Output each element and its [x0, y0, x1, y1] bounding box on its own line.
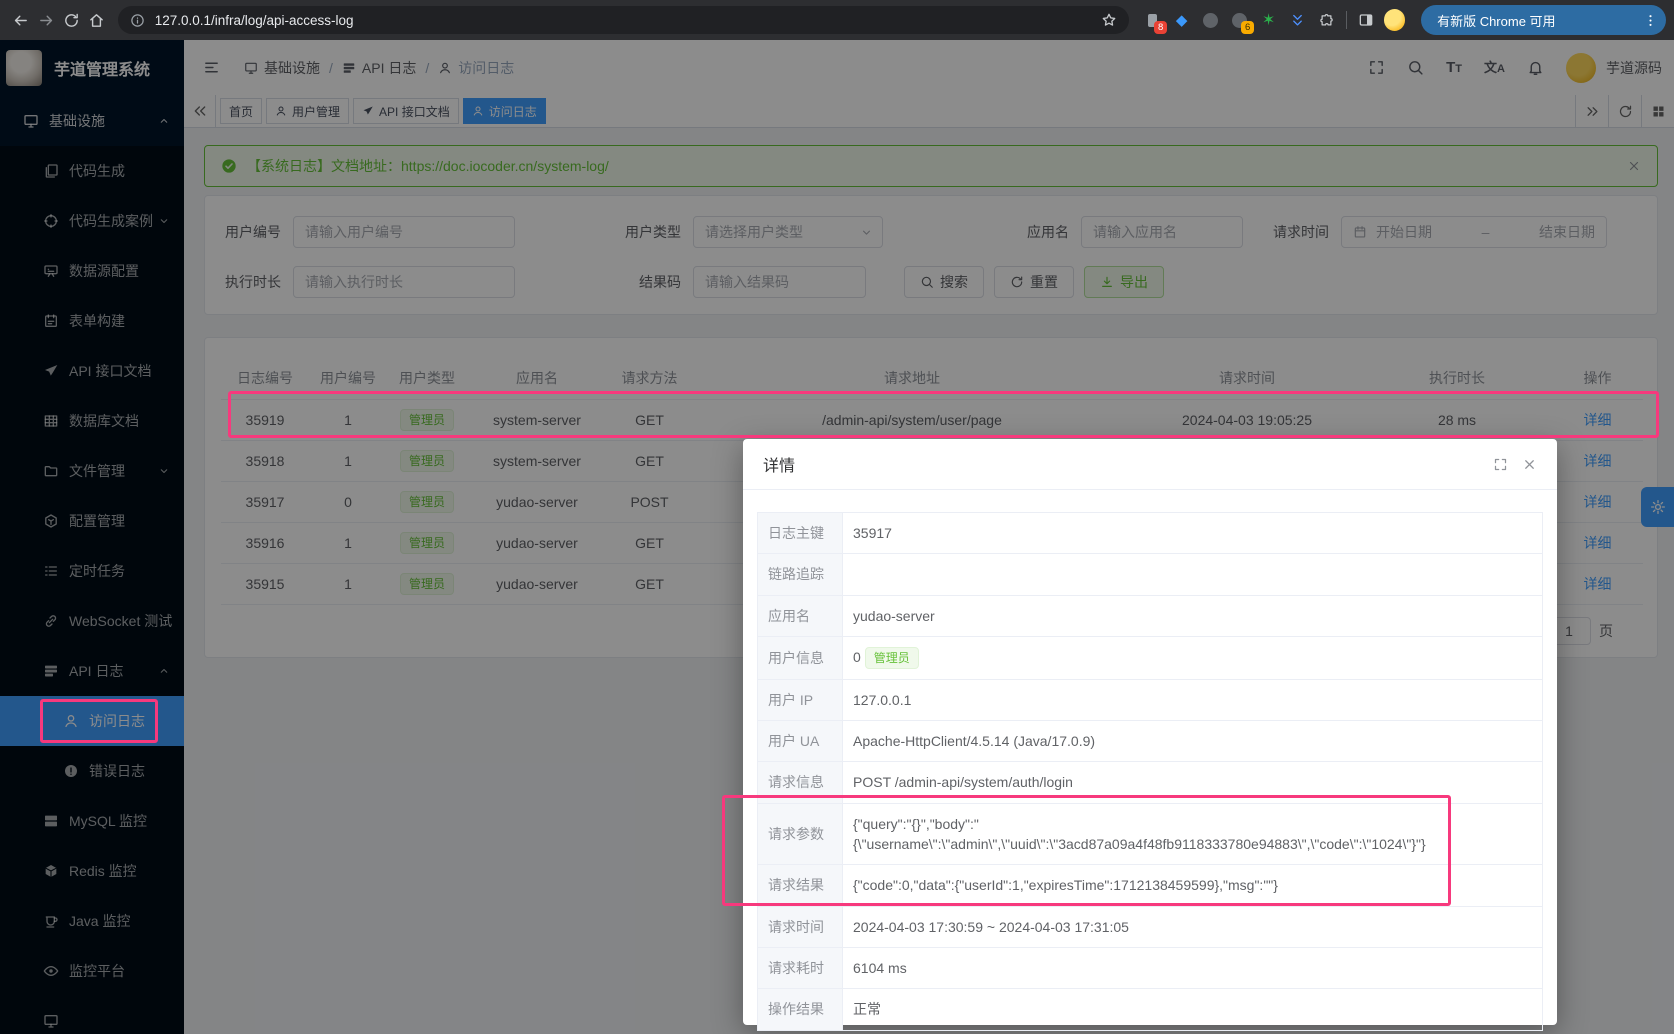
chrome-update-button[interactable]: 有新版 Chrome 可用: [1421, 5, 1666, 35]
extension-icon-5[interactable]: ✶: [1257, 8, 1280, 32]
profile-avatar[interactable]: [1384, 9, 1406, 31]
extensions-puzzle-icon[interactable]: [1315, 8, 1338, 32]
toolbar-divider: [1346, 11, 1347, 29]
detail-row: 应用名yudao-server: [758, 595, 1543, 636]
extension-icons: 8 ◆ 6 ✶: [1141, 8, 1338, 32]
detail-dialog: 详情 日志主键35917 链路追踪 应用名yudao-server 用户信息0 …: [743, 439, 1557, 1025]
extension-icon-6[interactable]: [1286, 8, 1309, 32]
detail-row: 用户信息0 管理员: [758, 636, 1543, 679]
side-panel-icon[interactable]: [1355, 8, 1377, 32]
address-bar[interactable]: 127.0.0.1/infra/log/api-access-log: [118, 6, 1129, 34]
browser-back-button[interactable]: [8, 7, 33, 33]
extension-icon-2[interactable]: ◆: [1170, 8, 1193, 32]
browser-forward-button[interactable]: [33, 7, 58, 33]
browser-menu-icon[interactable]: [1643, 13, 1658, 28]
detail-row: 请求时间2024-04-03 17:30:59 ~ 2024-04-03 17:…: [758, 906, 1543, 947]
dialog-close-icon[interactable]: [1522, 457, 1537, 472]
detail-row-request-params: 请求参数{"query":"{}","body":" {\"username\"…: [758, 803, 1543, 865]
extension-badge-orange: 6: [1241, 21, 1254, 34]
browser-chrome: 127.0.0.1/infra/log/api-access-log 8 ◆ 6…: [0, 0, 1674, 40]
detail-row: 请求耗时6104 ms: [758, 947, 1543, 988]
site-info-icon[interactable]: [130, 13, 145, 28]
extension-icon-3[interactable]: [1199, 8, 1222, 32]
extension-icon-4[interactable]: 6: [1228, 8, 1251, 32]
user-type-tag: 管理员: [865, 647, 919, 669]
dialog-fullscreen-icon[interactable]: [1493, 457, 1508, 472]
bookmark-star-icon[interactable]: [1101, 12, 1117, 28]
extension-icon-1[interactable]: 8: [1141, 8, 1164, 32]
detail-row: 用户 IP127.0.0.1: [758, 679, 1543, 720]
screen: 127.0.0.1/infra/log/api-access-log 8 ◆ 6…: [0, 0, 1674, 1034]
chrome-update-label: 有新版 Chrome 可用: [1437, 11, 1555, 30]
detail-row: 请求信息POST /admin-api/system/auth/login: [758, 762, 1543, 803]
extension-badge-red: 8: [1154, 21, 1167, 34]
detail-row: 操作结果正常: [758, 989, 1543, 1030]
detail-row: 日志主键35917: [758, 513, 1543, 554]
detail-row: 链路追踪: [758, 554, 1543, 595]
browser-reload-button[interactable]: [59, 7, 84, 33]
dialog-title: 详情: [763, 452, 795, 476]
detail-row-request-result: 请求结果{"code":0,"data":{"userId":1,"expire…: [758, 865, 1543, 906]
detail-descriptions: 日志主键35917 链路追踪 应用名yudao-server 用户信息0 管理员…: [757, 512, 1543, 1031]
detail-row: 用户 UAApache-HttpClient/4.5.14 (Java/17.0…: [758, 721, 1543, 762]
browser-home-button[interactable]: [84, 7, 109, 33]
url-text: 127.0.0.1/infra/log/api-access-log: [155, 13, 354, 28]
